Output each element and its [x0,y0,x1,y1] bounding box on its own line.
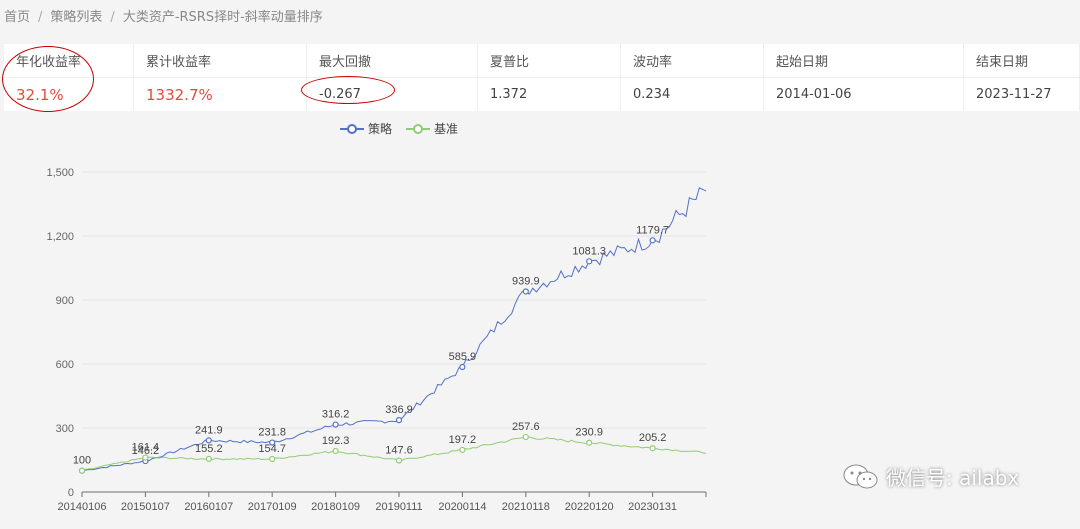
stats-value-row: 32.1% 1332.7% -0.267 1.372 0.234 2014-01… [4,77,1080,111]
x-tick-label: 20180109 [311,501,360,513]
breadcrumb-separator: / [38,10,43,25]
strategy-data-label: 1081.3 [572,245,606,257]
benchmark-point [522,433,529,441]
end-date-value: 2023-11-27 [963,77,1080,111]
benchmark-data-label: 147.6 [385,445,413,457]
strategy-point [586,258,593,265]
cumulative-return-value: 1332.7% [133,77,307,111]
header-max-drawdown: 最大回撤 [306,44,478,78]
strategy-data-label: 241.9 [195,424,223,436]
start-date-value: 2014-01-06 [763,77,964,111]
breadcrumb-home[interactable]: 首页 [4,10,30,25]
legend-strategy-label: 策略 [368,122,393,136]
benchmark-data-label: 230.9 [575,427,603,439]
stats-table: 年化收益率 累计收益率 最大回撤 夏普比 波动率 起始日期 结束日期 32.1%… [4,44,1080,111]
benchmark-data-label: 257.6 [512,421,540,433]
legend-benchmark-label: 基准 [434,122,459,136]
header-volatility: 波动率 [620,44,764,78]
benchmark-point [395,457,403,464]
x-tick-label: 20210118 [502,501,550,513]
breadcrumb-current: 大类资产-RSRS择时-斜率动量排序 [122,10,323,25]
y-tick-label: 600 [56,359,74,371]
benchmark-point [332,447,339,455]
volatility-value: 0.234 [620,77,764,111]
x-tick-label: 20220120 [565,501,614,513]
chart-lines [78,187,707,474]
breadcrumb-strategy-list[interactable]: 策略列表 [50,10,102,25]
benchmark-point [649,445,656,452]
header-sharpe: 夏普比 [477,44,621,78]
benchmark-data-label: 155.2 [195,443,223,455]
annual-return-value: 32.1% [4,77,134,111]
benchmark-point [459,446,466,454]
header-start-date: 起始日期 [763,44,964,78]
strategy-point [332,421,339,428]
header-annual-return: 年化收益率 [4,44,134,78]
strategy-point [395,417,403,424]
y-tick-label: 1,500 [46,167,74,179]
benchmark-data-label: 100 [73,455,91,467]
x-tick-label: 20150107 [121,501,170,513]
strategy-data-label: 1179.7 [636,224,669,236]
chart-data-labels: 146.2241.9 231.8316.2 336.9585.9939.91081.… [73,224,669,466]
legend-item-strategy[interactable]: 策略 [340,120,392,137]
x-tick-label: 20170109 [248,501,297,513]
legend-item-benchmark[interactable]: 基准 [406,120,458,137]
chart-grid [82,171,706,429]
chart-legend: 策略 基准 [340,120,458,137]
y-tick-label: 900 [56,295,74,307]
x-tick-label: 20230131 [628,501,677,513]
watermark-text: 微信号: ailabx [886,466,1020,490]
max-drawdown-value: -0.267 [306,77,478,111]
stats-header-row: 年化收益率 累计收益率 最大回撤 夏普比 波动率 起始日期 结束日期 [4,44,1080,78]
strategy-point [459,363,466,371]
x-tick-label: 20160107 [184,501,233,513]
x-tick-label: 20140106 [58,501,107,513]
y-tick-label: 1,200 [46,231,74,243]
header-cumulative-return: 累计收益率 [133,44,307,78]
legend-benchmark-marker-icon [406,123,431,134]
wechat-icon [843,464,878,488]
header-end-date: 结束日期 [963,44,1080,78]
strategy-data-label: 336.9 [385,404,413,416]
strategy-point [522,288,529,295]
strategy-data-label: 316.2 [322,409,350,421]
benchmark-data-label: 197.2 [449,434,477,446]
breadcrumb: 首页 / 策略列表 / 大类资产-RSRS择时-斜率动量排序 [4,6,323,25]
benchmark-point [586,439,593,446]
benchmark-data-label: 205.2 [639,432,667,444]
benchmark-point [78,467,86,474]
benchmark-point [269,455,276,463]
benchmark-point [205,455,212,462]
y-tick-label: 0 [68,487,74,499]
benchmark-data-label: 161.4 [132,442,160,454]
legend-strategy-marker-icon [340,123,364,134]
y-tick-label: 300 [56,423,74,435]
benchmark-data-label: 154.7 [258,443,286,455]
breadcrumb-separator: / [110,10,115,25]
wechat-watermark: 微信号: ailabx [842,462,1019,491]
sharpe-value: 1.372 [477,77,621,111]
strategy-point [649,237,656,244]
strategy-data-label: 231.8 [258,427,286,439]
x-tick-label: 20190111 [375,501,422,513]
strategy-data-label: 939.9 [512,275,540,287]
x-tick-label: 20200114 [438,501,486,513]
strategy-data-label: 585.9 [449,351,477,363]
benchmark-data-label: 192.3 [322,435,350,447]
